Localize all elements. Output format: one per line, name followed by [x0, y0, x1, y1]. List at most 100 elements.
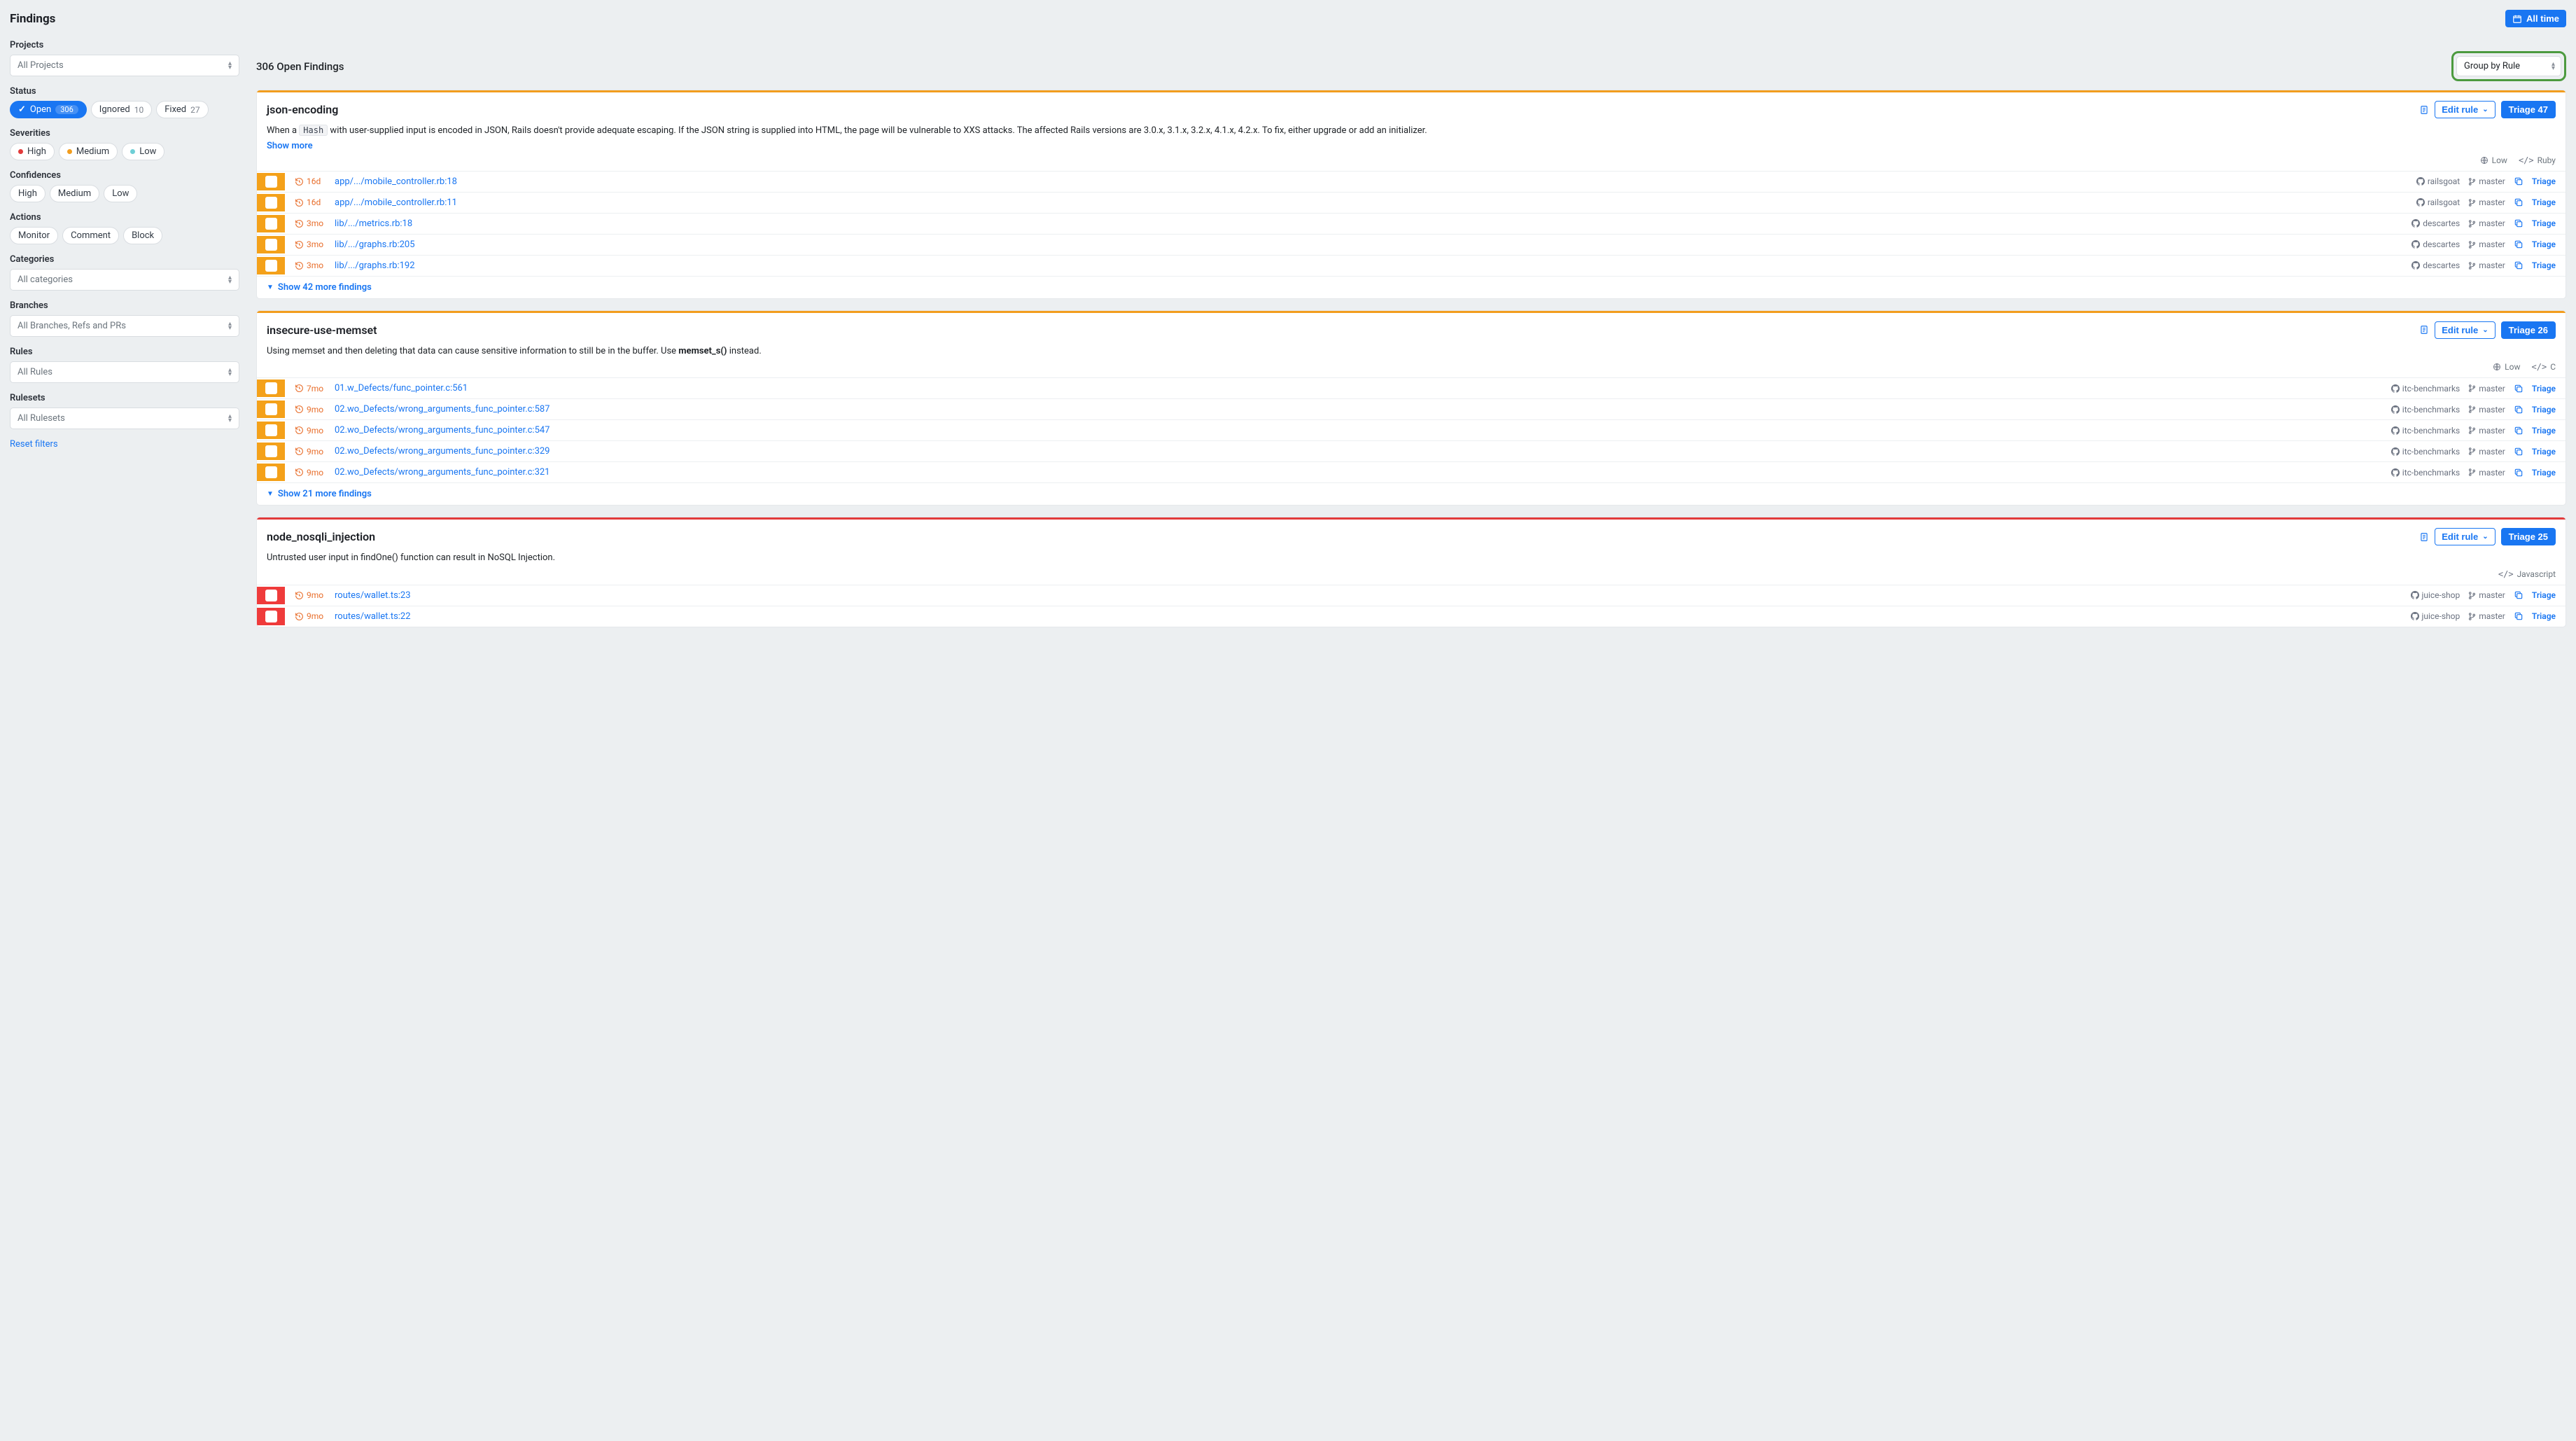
finding-path-link[interactable]: 02.wo_Defects/wrong_arguments_func_point… — [330, 467, 2391, 478]
repo-link[interactable]: railsgoat — [2416, 176, 2460, 186]
severity-pill-low[interactable]: Low — [122, 143, 164, 160]
finding-path-link[interactable]: routes/wallet.ts:22 — [330, 611, 2411, 622]
severity-checkbox[interactable] — [257, 173, 285, 190]
severity-pill-high[interactable]: High — [10, 143, 55, 160]
rulesets-select[interactable]: All Rulesets ▴▾ — [10, 408, 239, 429]
action-pill-monitor[interactable]: Monitor — [10, 227, 58, 244]
action-pill-block[interactable]: Block — [123, 227, 162, 244]
repo-link[interactable]: descartes — [2412, 218, 2460, 228]
severity-checkbox[interactable] — [257, 194, 285, 211]
branches-select[interactable]: All Branches, Refs and PRs ▴▾ — [10, 315, 239, 337]
copy-icon[interactable] — [2514, 404, 2524, 415]
time-filter-button[interactable]: All time — [2505, 10, 2566, 27]
branch-link[interactable]: master — [2468, 218, 2505, 228]
rule-doc-icon[interactable] — [2419, 104, 2429, 115]
repo-link[interactable]: descartes — [2412, 260, 2460, 270]
status-pill-ignored[interactable]: Ignored 10 — [91, 101, 152, 118]
triage-link[interactable]: Triage — [2532, 426, 2556, 436]
copy-icon[interactable] — [2514, 260, 2524, 271]
triage-link[interactable]: Triage — [2532, 611, 2556, 621]
finding-path-link[interactable]: 02.wo_Defects/wrong_arguments_func_point… — [330, 425, 2391, 436]
branch-link[interactable]: master — [2468, 260, 2505, 270]
triage-link[interactable]: Triage — [2532, 590, 2556, 600]
finding-path-link[interactable]: routes/wallet.ts:23 — [330, 590, 2411, 601]
confidence-pill-low[interactable]: Low — [104, 185, 137, 202]
repo-link[interactable]: itc-benchmarks — [2391, 405, 2460, 415]
status-pill-open[interactable]: ✓ Open 306 — [10, 101, 87, 118]
severity-checkbox[interactable] — [257, 257, 285, 274]
triage-all-button[interactable]: Triage 25 — [2501, 528, 2556, 545]
finding-path-link[interactable]: 01.w_Defects/func_pointer.c:561 — [330, 383, 2391, 394]
finding-path-link[interactable]: lib/.../graphs.rb:192 — [330, 260, 2412, 271]
finding-path-link[interactable]: app/.../mobile_controller.rb:18 — [330, 176, 2416, 187]
triage-link[interactable]: Triage — [2532, 260, 2556, 270]
triage-link[interactable]: Triage — [2532, 218, 2556, 228]
severity-checkbox[interactable] — [257, 215, 285, 232]
projects-select[interactable]: All Projects ▴▾ — [10, 55, 239, 76]
edit-rule-button[interactable]: Edit rule ⌄ — [2435, 101, 2495, 118]
show-more-findings-button[interactable]: ▼Show 21 more findings — [257, 482, 2566, 505]
copy-icon[interactable] — [2514, 218, 2524, 229]
finding-path-link[interactable]: app/.../mobile_controller.rb:11 — [330, 197, 2416, 208]
copy-icon[interactable] — [2514, 446, 2524, 457]
triage-link[interactable]: Triage — [2532, 176, 2556, 186]
repo-link[interactable]: itc-benchmarks — [2391, 447, 2460, 457]
triage-link[interactable]: Triage — [2532, 447, 2556, 457]
branch-link[interactable]: master — [2468, 405, 2505, 415]
repo-link[interactable]: descartes — [2412, 239, 2460, 249]
copy-icon[interactable] — [2514, 239, 2524, 250]
severity-checkbox[interactable] — [257, 380, 285, 397]
branch-link[interactable]: master — [2468, 468, 2505, 478]
branch-link[interactable]: master — [2468, 197, 2505, 207]
branch-link[interactable]: master — [2468, 239, 2505, 249]
severity-checkbox[interactable] — [257, 401, 285, 418]
group-by-select[interactable]: Group by Rule ▴▾ — [2456, 56, 2561, 76]
reset-filters-link[interactable]: Reset filters — [10, 439, 58, 450]
action-pill-comment[interactable]: Comment — [62, 227, 119, 244]
finding-path-link[interactable]: lib/.../graphs.rb:205 — [330, 239, 2412, 250]
severity-checkbox[interactable] — [257, 587, 285, 604]
copy-icon[interactable] — [2514, 425, 2524, 436]
rules-select[interactable]: All Rules ▴▾ — [10, 361, 239, 383]
repo-link[interactable]: itc-benchmarks — [2391, 384, 2460, 394]
show-more-link[interactable]: Show more — [267, 141, 313, 151]
copy-icon[interactable] — [2514, 611, 2524, 622]
rule-doc-icon[interactable] — [2419, 531, 2429, 542]
copy-icon[interactable] — [2514, 176, 2524, 187]
branch-link[interactable]: master — [2468, 590, 2505, 600]
confidence-pill-medium[interactable]: Medium — [50, 185, 99, 202]
repo-link[interactable]: itc-benchmarks — [2391, 468, 2460, 478]
categories-select[interactable]: All categories ▴▾ — [10, 269, 239, 291]
triage-link[interactable]: Triage — [2532, 384, 2556, 394]
status-pill-fixed[interactable]: Fixed 27 — [156, 101, 208, 118]
repo-link[interactable]: railsgoat — [2416, 197, 2460, 207]
branch-link[interactable]: master — [2468, 611, 2505, 621]
rule-doc-icon[interactable] — [2419, 325, 2429, 335]
branch-link[interactable]: master — [2468, 447, 2505, 457]
finding-path-link[interactable]: lib/.../metrics.rb:18 — [330, 218, 2412, 229]
finding-path-link[interactable]: 02.wo_Defects/wrong_arguments_func_point… — [330, 404, 2391, 415]
severity-checkbox[interactable] — [257, 464, 285, 481]
triage-all-button[interactable]: Triage 47 — [2501, 101, 2556, 118]
repo-link[interactable]: juice-shop — [2411, 590, 2460, 600]
severity-checkbox[interactable] — [257, 422, 285, 439]
severity-pill-medium[interactable]: Medium — [59, 143, 118, 160]
edit-rule-button[interactable]: Edit rule ⌄ — [2435, 528, 2495, 545]
triage-all-button[interactable]: Triage 26 — [2501, 321, 2556, 339]
branch-link[interactable]: master — [2468, 384, 2505, 394]
branch-link[interactable]: master — [2468, 176, 2505, 186]
severity-checkbox[interactable] — [257, 443, 285, 460]
triage-link[interactable]: Triage — [2532, 239, 2556, 249]
copy-icon[interactable] — [2514, 197, 2524, 208]
severity-checkbox[interactable] — [257, 608, 285, 625]
copy-icon[interactable] — [2514, 383, 2524, 394]
copy-icon[interactable] — [2514, 590, 2524, 601]
repo-link[interactable]: juice-shop — [2411, 611, 2460, 621]
edit-rule-button[interactable]: Edit rule ⌄ — [2435, 321, 2495, 339]
branch-link[interactable]: master — [2468, 426, 2505, 436]
finding-path-link[interactable]: 02.wo_Defects/wrong_arguments_func_point… — [330, 446, 2391, 457]
show-more-findings-button[interactable]: ▼Show 42 more findings — [257, 276, 2566, 298]
triage-link[interactable]: Triage — [2532, 468, 2556, 478]
severity-checkbox[interactable] — [257, 236, 285, 253]
triage-link[interactable]: Triage — [2532, 197, 2556, 207]
